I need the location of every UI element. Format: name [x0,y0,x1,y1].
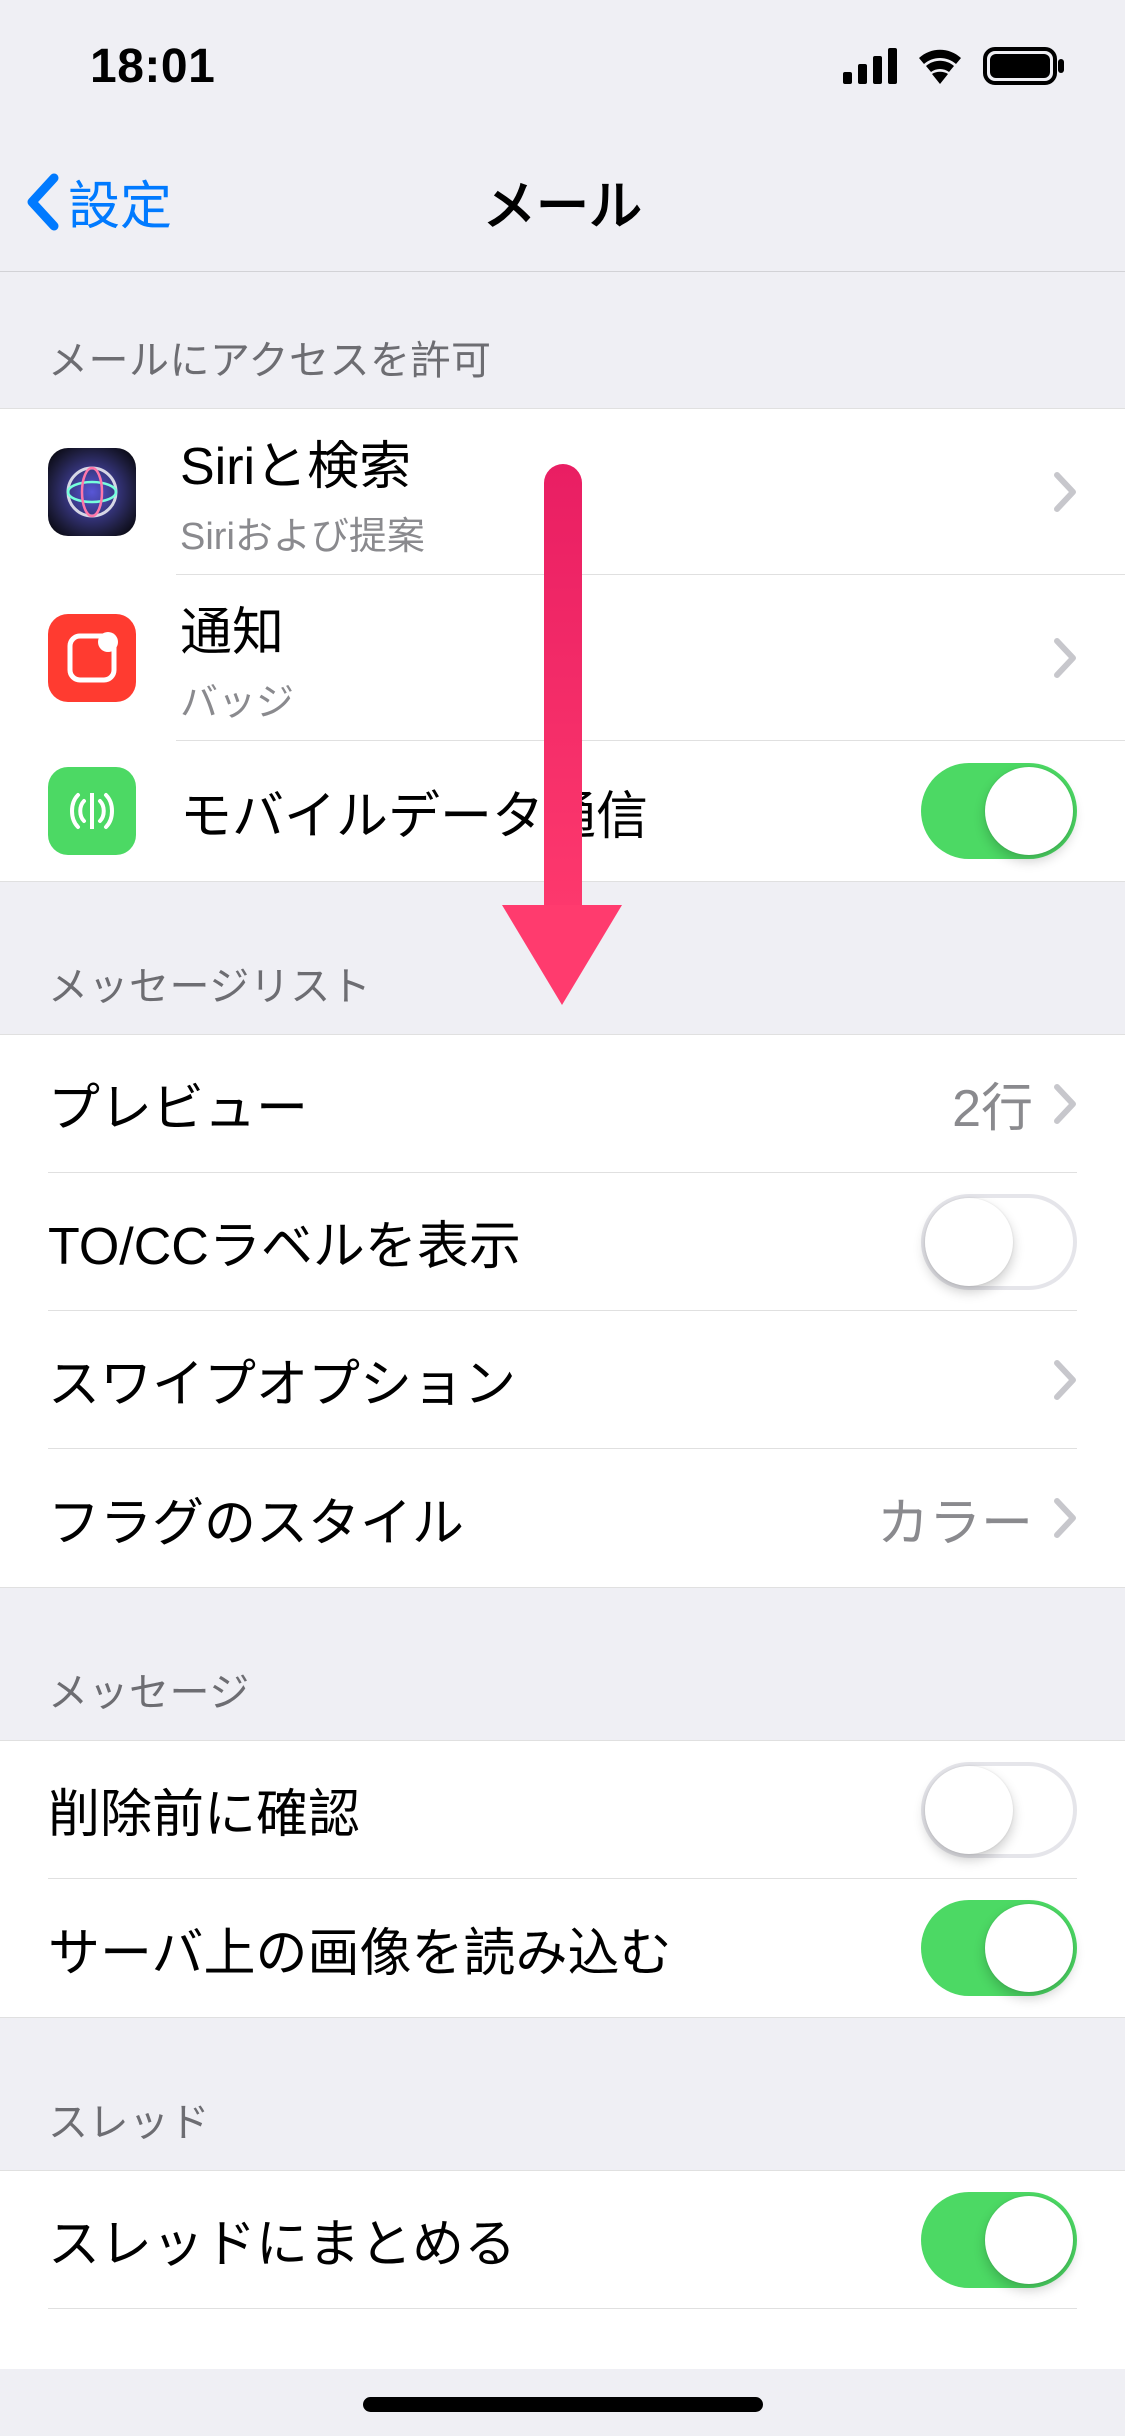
swipe-title: スワイプオプション [48,1342,1053,1417]
status-right [843,47,1065,85]
status-time: 18:01 [90,39,215,94]
row-load-images: サーバ上の画像を読み込む [0,1879,1125,2017]
row-preview[interactable]: プレビュー 2行 [0,1035,1125,1173]
tocc-toggle[interactable] [921,1194,1077,1290]
row-partial [0,2309,1125,2369]
flag-style-detail: カラー [877,1481,1033,1556]
siri-title: Siriと検索 [180,424,1053,499]
chevron-right-icon [1053,1359,1077,1401]
row-swipe-options[interactable]: スワイプオプション [0,1311,1125,1449]
notifications-icon [48,614,136,702]
chevron-right-icon [1053,637,1077,679]
confirm-delete-toggle[interactable] [921,1762,1077,1858]
load-images-toggle[interactable] [921,1900,1077,1996]
battery-icon [983,47,1065,85]
group-thread: スレッドにまとめる [0,2170,1125,2369]
status-bar: 18:01 [0,0,1125,132]
section-header-thread: スレッド [0,2018,1125,2170]
row-confirm-delete: 削除前に確認 [0,1741,1125,1879]
wifi-icon [915,48,965,84]
chevron-left-icon [24,172,60,232]
preview-title: プレビュー [48,1066,952,1141]
tocc-title: TO/CCラベルを表示 [48,1204,921,1279]
cellular-toggle[interactable] [921,763,1077,859]
chevron-right-icon [1053,1083,1077,1125]
chevron-right-icon [1053,471,1077,513]
group-message-list: プレビュー 2行 TO/CCラベルを表示 スワイプオプション フラグのスタイル … [0,1034,1125,1588]
thread-group-toggle[interactable] [921,2192,1077,2288]
row-thread-group: スレッドにまとめる [0,2171,1125,2309]
annotation-arrow-shaft [544,464,582,954]
siri-sub: Siriおよび提案 [180,505,1053,560]
notifications-title: 通知 [180,590,1053,665]
cellular-icon [843,48,897,84]
nav-bar: 設定 メール [0,132,1125,272]
thread-group-title: スレッドにまとめる [48,2202,921,2277]
load-images-title: サーバ上の画像を読み込む [48,1911,921,1986]
page-title: メール [483,164,642,240]
flag-style-title: フラグのスタイル [48,1481,877,1556]
row-flag-style[interactable]: フラグのスタイル カラー [0,1449,1125,1587]
preview-detail: 2行 [952,1066,1033,1141]
home-indicator[interactable] [363,2397,763,2412]
confirm-delete-title: 削除前に確認 [48,1772,921,1847]
cellular-icon-square [48,767,136,855]
row-tocc-label: TO/CCラベルを表示 [0,1173,1125,1311]
group-message: 削除前に確認 サーバ上の画像を読み込む [0,1740,1125,2018]
section-header-message: メッセージ [0,1588,1125,1740]
siri-icon [48,448,136,536]
back-label: 設定 [68,164,172,239]
section-header-access: メールにアクセスを許可 [0,272,1125,408]
notifications-sub: バッジ [180,671,1053,726]
annotation-arrow-head [502,905,622,1005]
back-button[interactable]: 設定 [0,164,172,239]
chevron-right-icon [1053,1497,1077,1539]
